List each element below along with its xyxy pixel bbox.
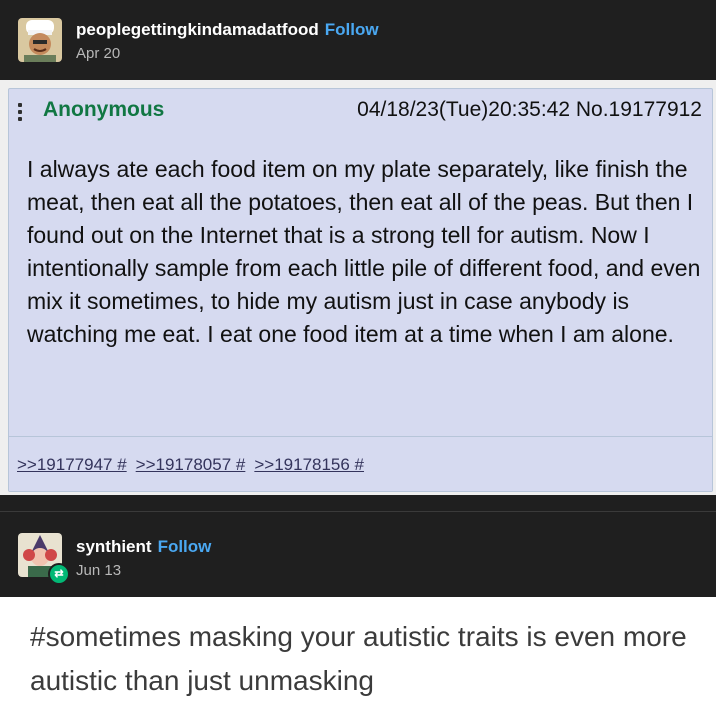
forum-post: Anonymous 04/18/23(Tue)20:35:42 No.19177… xyxy=(8,88,713,492)
backlinks: >>19177947 # >>19178057 # >>19178156 # xyxy=(17,455,373,475)
post-date: Apr 20 xyxy=(76,45,121,62)
reblog-header: ⇄ synthient Follow Jun 13 xyxy=(0,515,716,597)
post-header: peoplegettingkindamadatfood Follow Apr 20 xyxy=(0,0,716,80)
backlink: >>19178156 # xyxy=(254,455,365,474)
reblog-icon: ⇄ xyxy=(48,563,70,585)
forum-post-body: I always ate each food item on my plate … xyxy=(27,156,701,347)
avatar[interactable] xyxy=(18,18,62,62)
backlink: >>19177947 # xyxy=(17,455,127,474)
follow-button[interactable]: Follow xyxy=(158,537,212,556)
screenshot-image: Anonymous 04/18/23(Tue)20:35:42 No.19177… xyxy=(0,80,716,495)
author-name[interactable]: peoplegettingkindamadatfood xyxy=(76,20,319,39)
backlink: >>19178057 # xyxy=(135,455,246,474)
tags-area: #sometimes masking your autistic traits … xyxy=(0,597,716,708)
post-number: No.19177912 xyxy=(575,98,702,121)
post-meta: 04/18/23(Tue)20:35:42 No.19177912 xyxy=(357,98,702,122)
follow-button[interactable]: Follow xyxy=(325,20,379,39)
reblog-tags[interactable]: #sometimes masking your autistic traits … xyxy=(30,615,690,703)
post-date: Jun 13 xyxy=(76,562,122,579)
vertical-dots-icon xyxy=(18,103,24,124)
author-name[interactable]: synthient xyxy=(76,537,152,556)
forum-post-header: Anonymous 04/18/23(Tue)20:35:42 No.19177… xyxy=(9,89,712,135)
post-datetime: 04/18/23(Tue)20:35:42 xyxy=(357,98,571,121)
forum-post-footer: >>19177947 # >>19178057 # >>19178156 # xyxy=(9,436,712,491)
poster-name: Anonymous xyxy=(43,98,165,121)
divider xyxy=(0,495,716,515)
